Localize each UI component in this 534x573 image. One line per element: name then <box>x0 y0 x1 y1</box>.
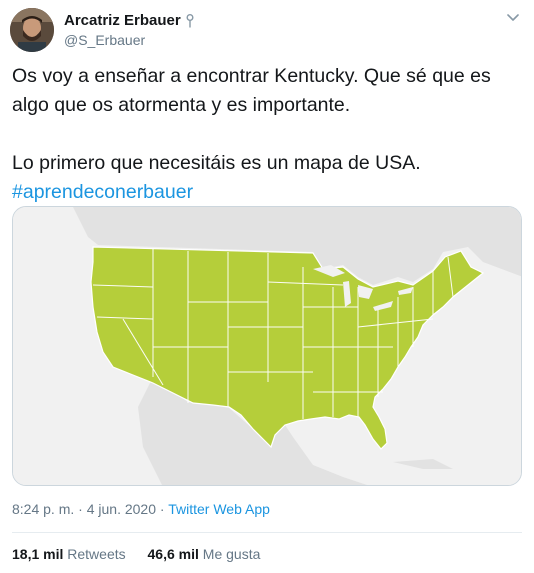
tweet-date[interactable]: 4 jun. 2020 <box>87 501 156 517</box>
author-names: Arcatriz Erbauer @S_Erbauer <box>64 11 194 49</box>
chevron-down-icon[interactable] <box>506 10 520 21</box>
retweets-label: Retweets <box>67 546 126 562</box>
meta-separator: · <box>156 501 169 517</box>
tweet-line-2: Lo primero que necesitáis es un mapa de … <box>12 152 421 174</box>
tweet-header: Arcatriz Erbauer @S_Erbauer <box>10 8 524 52</box>
tweet-stats: 18,1 mil Retweets 46,6 mil Me gusta <box>12 545 278 563</box>
likes-stat[interactable]: 46,6 mil Me gusta <box>148 546 261 562</box>
tweet-media[interactable] <box>12 206 522 486</box>
retweets-stat[interactable]: 18,1 mil Retweets <box>12 546 126 562</box>
avatar[interactable] <box>10 8 54 52</box>
hashtag-link[interactable]: #aprendeconerbauer <box>12 181 193 203</box>
tweet-source-link[interactable]: Twitter Web App <box>168 501 270 517</box>
author-handle[interactable]: @S_Erbauer <box>64 31 194 49</box>
meta-separator: · <box>74 501 87 517</box>
tweet-time[interactable]: 8:24 p. m. <box>12 501 74 517</box>
tweet-line-1: Os voy a enseñar a encontrar Kentucky. Q… <box>12 65 491 116</box>
tweet-text: Os voy a enseñar a encontrar Kentucky. Q… <box>12 62 522 207</box>
author-display-name[interactable]: Arcatriz Erbauer <box>64 11 181 30</box>
likes-label: Me gusta <box>202 546 261 562</box>
display-name-row: Arcatriz Erbauer <box>64 11 194 30</box>
likes-count: 46,6 mil <box>147 546 199 562</box>
divider <box>12 532 522 533</box>
tweet-meta: 8:24 p. m. · 4 jun. 2020 · Twitter Web A… <box>12 500 270 518</box>
retweets-count: 18,1 mil <box>12 546 64 562</box>
usa-map-image <box>13 207 521 485</box>
pin-icon <box>186 13 194 28</box>
